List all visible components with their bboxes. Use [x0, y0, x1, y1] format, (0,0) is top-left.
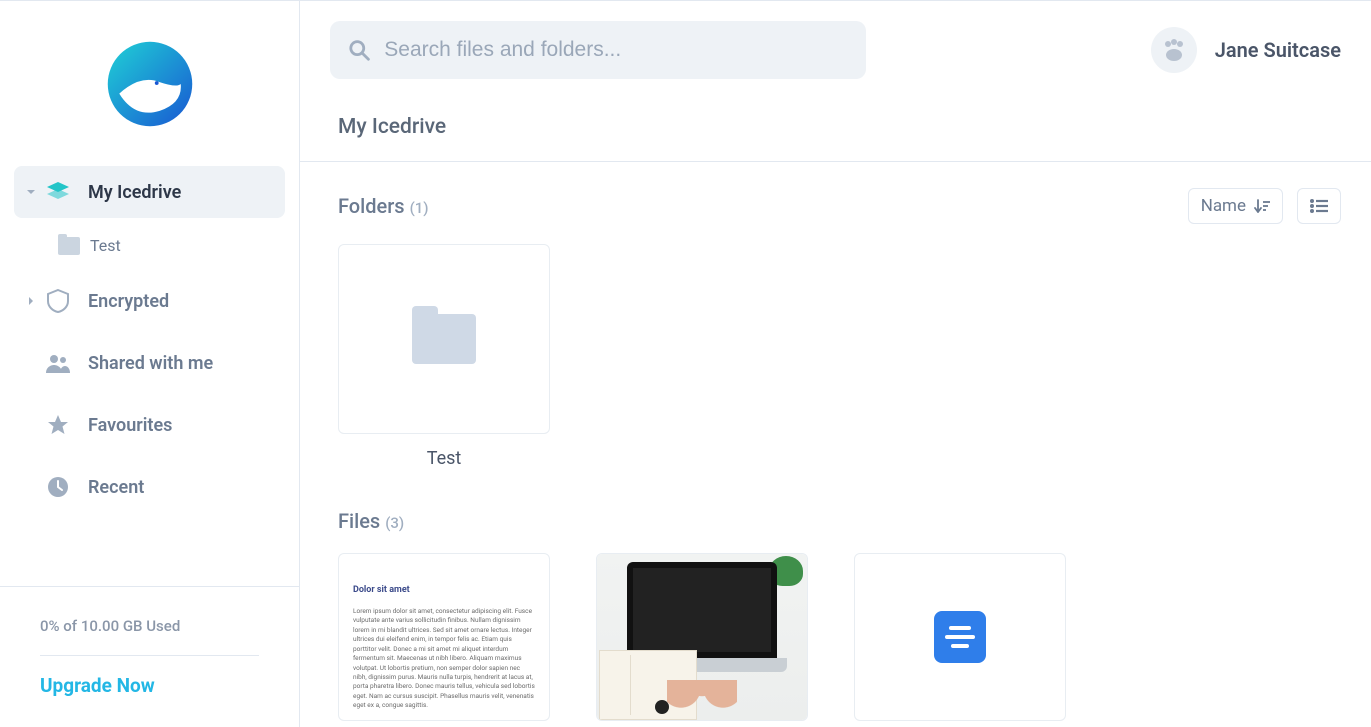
- star-icon: [44, 413, 72, 437]
- file-thumbnail: [596, 553, 808, 721]
- sidebar-item-favourites[interactable]: Favourites: [14, 399, 285, 451]
- file-card[interactable]: [596, 553, 808, 721]
- sort-icon: [1254, 199, 1270, 213]
- files-title: Files (3): [338, 509, 404, 533]
- sidebar-item-label: Favourites: [88, 415, 172, 436]
- content-area: Folders (1) Name: [300, 162, 1371, 727]
- search-box[interactable]: [330, 21, 866, 79]
- folder-thumbnail: [338, 244, 550, 434]
- avatar: [1151, 27, 1197, 73]
- file-card[interactable]: [854, 553, 1066, 721]
- folders-grid: Test: [338, 244, 1341, 469]
- user-menu[interactable]: Jane Suitcase: [1151, 27, 1341, 73]
- folder-card[interactable]: Test: [338, 244, 550, 469]
- sidebar-item-encrypted[interactable]: Encrypted: [14, 275, 285, 327]
- file-thumbnail: Dolor sit amet Lorem ipsum dolor sit ame…: [338, 553, 550, 721]
- file-thumbnail: [854, 553, 1066, 721]
- sidebar-item-label: My Icedrive: [88, 182, 181, 203]
- main: Jane Suitcase My Icedrive Folders (1) Na…: [300, 1, 1371, 727]
- paw-icon: [1161, 38, 1187, 62]
- sidebar-item-shared[interactable]: Shared with me: [14, 337, 285, 389]
- sort-button[interactable]: Name: [1188, 188, 1283, 224]
- sidebar: My Icedrive Test Encrypted: [0, 1, 300, 727]
- folder-name: Test: [338, 448, 550, 469]
- storage-usage-text: 0% of 10.00 GB Used: [40, 617, 259, 656]
- document-preview: Dolor sit amet Lorem ipsum dolor sit ame…: [339, 554, 549, 720]
- view-toolbar: Name: [1188, 188, 1341, 224]
- sidebar-item-label: Encrypted: [88, 291, 169, 312]
- brand-logo: [0, 1, 299, 166]
- topbar: Jane Suitcase: [300, 1, 1371, 79]
- sidebar-subitem-label: Test: [90, 236, 121, 255]
- chevron-right-icon: [24, 296, 38, 306]
- users-icon: [44, 351, 72, 375]
- file-card[interactable]: Dolor sit amet Lorem ipsum dolor sit ame…: [338, 553, 550, 721]
- clock-icon: [44, 475, 72, 499]
- image-preview: [597, 554, 807, 720]
- folders-header: Folders (1) Name: [338, 188, 1341, 224]
- user-name: Jane Suitcase: [1215, 38, 1341, 62]
- folder-icon: [412, 314, 476, 364]
- sidebar-item-label: Shared with me: [88, 353, 213, 374]
- sidebar-item-recent[interactable]: Recent: [14, 461, 285, 513]
- sidebar-nav: My Icedrive Test Encrypted: [0, 166, 299, 586]
- upgrade-button[interactable]: Upgrade Now: [40, 674, 259, 697]
- icedrive-logo-icon: [102, 36, 198, 132]
- sidebar-footer: 0% of 10.00 GB Used Upgrade Now: [0, 586, 299, 727]
- document-icon: [934, 611, 986, 663]
- list-icon: [1310, 199, 1328, 213]
- sidebar-subitem-test[interactable]: Test: [14, 228, 285, 263]
- search-input[interactable]: [384, 38, 848, 62]
- folder-icon: [58, 237, 80, 255]
- shield-icon: [44, 289, 72, 313]
- stack-icon: [44, 180, 72, 204]
- breadcrumb: My Icedrive: [300, 79, 1371, 162]
- files-header: Files (3): [338, 509, 1341, 533]
- search-icon: [348, 38, 370, 62]
- sidebar-item-my-icedrive[interactable]: My Icedrive: [14, 166, 285, 218]
- sidebar-item-label: Recent: [88, 477, 144, 498]
- files-grid: Dolor sit amet Lorem ipsum dolor sit ame…: [338, 553, 1341, 721]
- chevron-down-icon: [24, 187, 38, 197]
- folders-title: Folders (1): [338, 194, 429, 218]
- view-list-button[interactable]: [1297, 188, 1341, 224]
